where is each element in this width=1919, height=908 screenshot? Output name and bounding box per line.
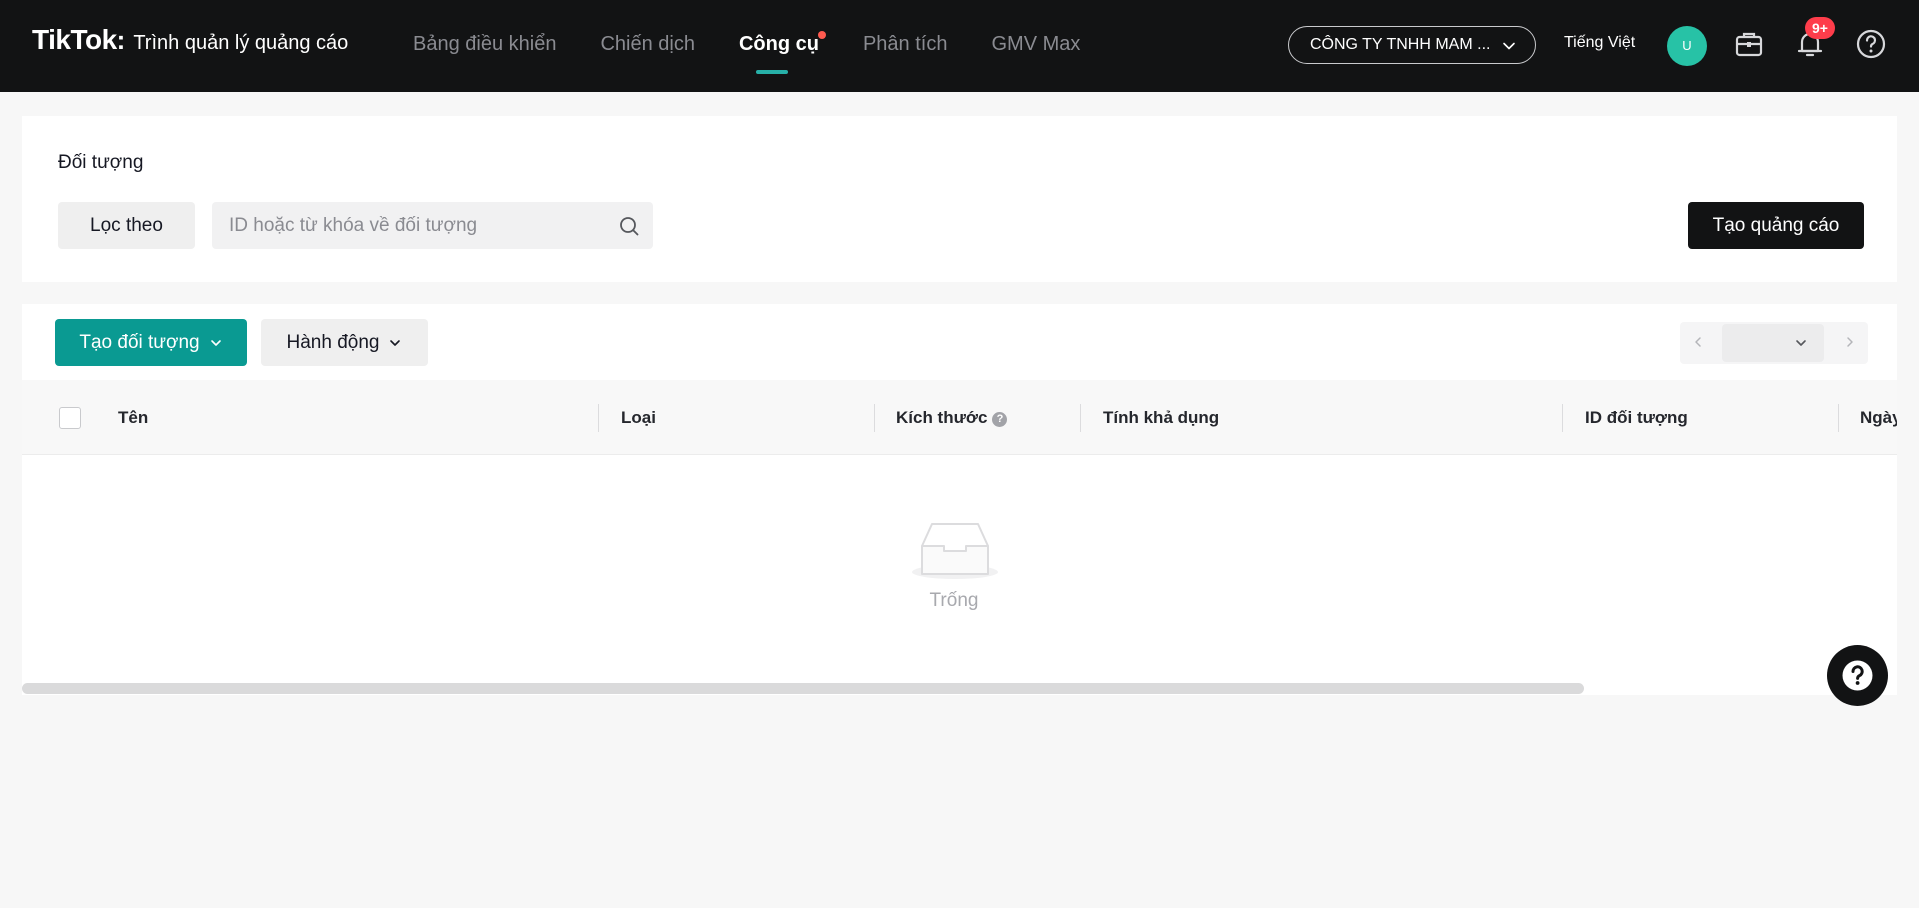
actions-label: Hành động <box>286 331 380 353</box>
table-header: Tên Loại Kích thước? Tính khả dụng ID đố… <box>22 380 1897 455</box>
audience-filter-panel: Đối tượng Lọc theo Tạo quảng cáo <box>22 116 1897 282</box>
nav-tools-label: Công cụ <box>738 33 819 55</box>
audience-search <box>212 202 653 249</box>
empty-inbox-icon <box>912 523 998 579</box>
pagination <box>1680 322 1868 364</box>
actions-button[interactable]: Hành động <box>261 319 428 366</box>
page-size-select[interactable] <box>1722 324 1824 362</box>
chevron-down-icon <box>1503 42 1515 50</box>
chevron-right-icon[interactable] <box>1843 335 1857 349</box>
chevron-down-icon <box>1796 340 1806 346</box>
column-name[interactable]: Tên <box>118 380 148 455</box>
help-fab-button[interactable] <box>1827 645 1888 706</box>
column-date[interactable]: Ngày <box>1860 380 1897 455</box>
filter-by-button[interactable]: Lọc theo <box>58 202 195 249</box>
account-name: CÔNG TY TNHH MAM ... <box>1310 36 1491 53</box>
nav-tools[interactable]: Công cụ <box>738 0 826 92</box>
audience-table-panel: Tạo đối tượng Hành động Tên Loại Kích th… <box>22 304 1897 695</box>
create-ad-button[interactable]: Tạo quảng cáo <box>1688 202 1864 249</box>
language-selector[interactable]: Tiếng Việt <box>1564 34 1635 52</box>
horizontal-scrollbar[interactable] <box>22 683 1584 694</box>
notification-badge: 9+ <box>1805 17 1835 39</box>
avatar[interactable]: U <box>1667 26 1707 66</box>
column-type[interactable]: Loại <box>621 380 656 455</box>
help-circle-icon[interactable] <box>1855 28 1887 60</box>
page-title: Đối tượng <box>58 152 144 173</box>
chevron-down-icon <box>210 339 221 346</box>
new-indicator-dot <box>817 31 826 39</box>
column-availability[interactable]: Tính khả dụng <box>1103 380 1219 455</box>
column-divider[interactable] <box>1562 404 1563 432</box>
column-divider[interactable] <box>1838 404 1839 432</box>
logo-subtitle: Trình quản lý quảng cáo <box>133 32 349 54</box>
search-input[interactable] <box>212 202 602 249</box>
question-icon <box>1842 660 1873 691</box>
help-icon[interactable]: ? <box>992 412 1008 427</box>
create-audience-label: Tạo đối tượng <box>79 331 200 353</box>
empty-state-text: Trống <box>929 590 979 611</box>
nav-campaigns[interactable]: Chiến dịch <box>600 0 695 92</box>
column-size[interactable]: Kích thước? <box>896 380 1008 455</box>
top-navigation-bar: TikTok : Trình quản lý quảng cáo Bảng đi… <box>0 0 1919 92</box>
search-icon[interactable] <box>618 215 640 237</box>
column-audience-id[interactable]: ID đối tượng <box>1585 380 1688 455</box>
column-divider[interactable] <box>598 404 599 432</box>
nav-dashboard[interactable]: Bảng điều khiển <box>413 0 556 92</box>
chevron-left-icon[interactable] <box>1691 335 1705 349</box>
column-divider[interactable] <box>874 404 875 432</box>
tiktok-ads-manager-logo[interactable]: TikTok : Trình quản lý quảng cáo <box>32 24 348 56</box>
nav-analytics[interactable]: Phân tích <box>863 0 948 92</box>
column-divider[interactable] <box>1080 404 1081 432</box>
main-nav: Bảng điều khiển Chiến dịch Công cụ Phân … <box>413 0 1124 92</box>
column-size-label: Kích thước <box>896 408 988 427</box>
nav-gmv-max[interactable]: GMV Max <box>991 0 1080 92</box>
create-audience-button[interactable]: Tạo đối tượng <box>55 319 247 366</box>
briefcase-icon[interactable] <box>1733 28 1765 60</box>
account-selector[interactable]: CÔNG TY TNHH MAM ... <box>1288 26 1536 64</box>
logo-separator: : <box>116 25 126 55</box>
chevron-down-icon <box>390 339 401 346</box>
select-all-checkbox[interactable] <box>59 407 81 429</box>
logo-wordmark: TikTok <box>32 24 117 55</box>
